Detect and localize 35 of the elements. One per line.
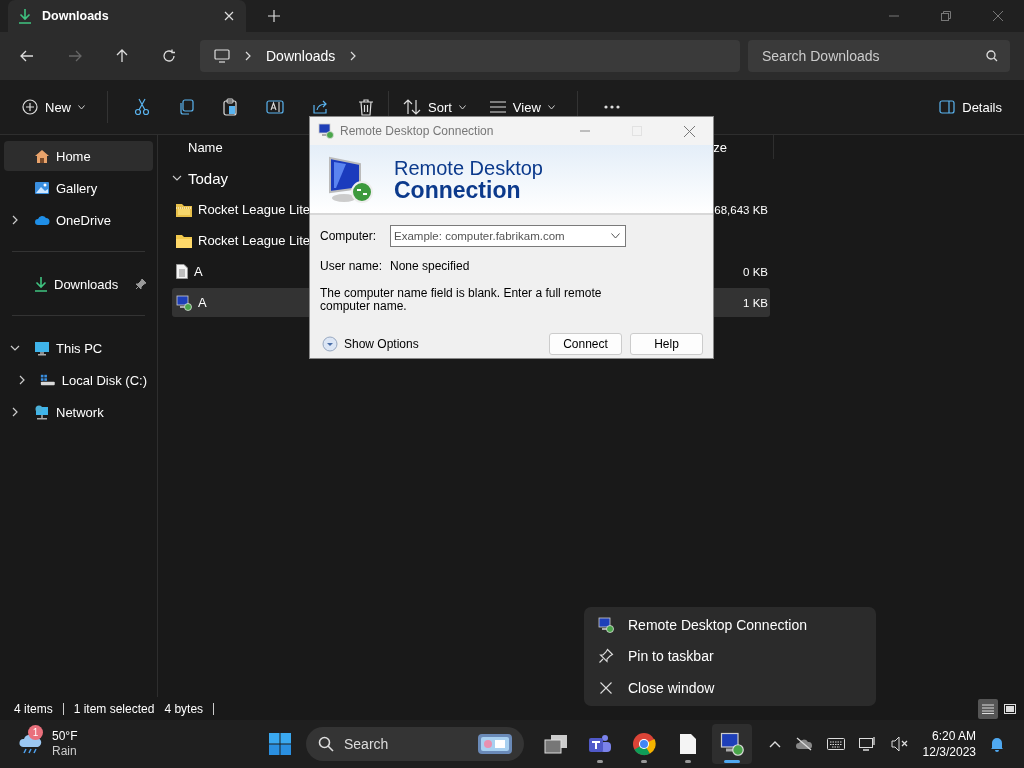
- message-text: The computer name field is blank. Enter a full remote computer name.: [320, 287, 603, 313]
- sidebar-label: Network: [56, 404, 105, 420]
- selection-size: 4 bytes: [164, 701, 204, 716]
- file-name: Rocket League Lite: [198, 202, 311, 217]
- selection-count: 1 item selected: [73, 701, 155, 716]
- field-label: Computer:: [320, 229, 378, 243]
- username-value: None specified: [390, 259, 470, 273]
- file-size: 1 KB: [743, 296, 768, 309]
- menu-label: Pin to taskbar: [628, 648, 714, 665]
- temperature: 50°F: [52, 729, 78, 744]
- dialog-title: Remote Desktop Connection: [340, 124, 494, 138]
- menu-label: Close window: [628, 680, 715, 697]
- file-name: A: [194, 264, 203, 279]
- search-label: Search: [344, 736, 390, 752]
- file-size: 68,643 KB: [714, 203, 768, 216]
- search-placeholder: Search Downloads: [762, 48, 881, 64]
- dialog-heading: Remote Desktop: [394, 157, 543, 179]
- sidebar-label: Gallery: [56, 180, 99, 196]
- field-label: User name:: [320, 259, 384, 273]
- weather-condition: Rain: [52, 744, 78, 759]
- sidebar-label: Local Disk (C:): [61, 372, 147, 388]
- tab-title: Downloads: [42, 9, 110, 23]
- sidebar-label: Downloads: [54, 276, 120, 292]
- dialog-heading: Connection: [394, 179, 521, 201]
- sidebar-label: This PC: [56, 340, 104, 356]
- notification-badge: 1: [28, 725, 43, 740]
- sidebar-label: OneDrive: [56, 212, 112, 228]
- show-options-label: Show Options: [344, 337, 419, 351]
- menu-label: Remote Desktop Connection: [628, 616, 807, 633]
- item-count: 4 items: [14, 701, 53, 716]
- file-name: A: [198, 295, 207, 310]
- sidebar-label: Home: [56, 148, 92, 164]
- file-size: 0 KB: [743, 265, 768, 278]
- group-label: Today: [188, 169, 229, 187]
- file-name: Rocket League Lite: [198, 233, 311, 248]
